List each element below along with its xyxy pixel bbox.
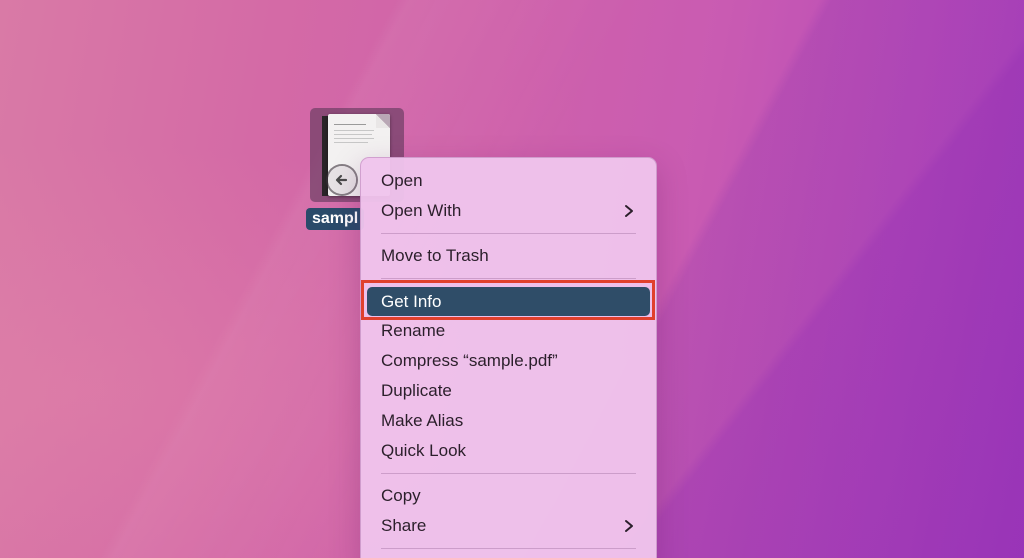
menu-item-copy[interactable]: Copy [367,482,650,510]
menu-item-label: Quick Look [381,441,467,460]
file-name-label[interactable]: sampl [306,208,365,230]
doc-line [334,138,374,139]
menu-item-label: Open [381,171,423,190]
doc-line [334,124,366,125]
menu-item-duplicate[interactable]: Duplicate [367,377,650,405]
doc-line [334,130,374,131]
menu-item-open-with[interactable]: Open With [367,197,650,225]
menu-item-label: Share [381,516,427,535]
menu-item-label: Duplicate [381,381,452,400]
alias-arrow-icon [328,166,356,194]
menu-item-rename[interactable]: Rename [367,317,650,345]
menu-item-move-to-trash[interactable]: Move to Trash [367,242,650,270]
chevron-right-icon [625,205,633,217]
menu-item-quick-look[interactable]: Quick Look [367,437,650,465]
menu-separator [381,233,636,234]
menu-separator [381,548,636,549]
context-menu: Open Open With Move to Trash Get Info Re… [360,157,657,558]
menu-item-label: Rename [381,321,446,340]
menu-item-label: Open With [381,201,462,220]
doc-line [334,134,372,135]
menu-item-open[interactable]: Open [367,167,650,195]
menu-separator [381,473,636,474]
menu-item-compress[interactable]: Compress “sample.pdf” [367,347,650,375]
menu-item-label: Compress “sample.pdf” [381,351,558,370]
menu-item-make-alias[interactable]: Make Alias [367,407,650,435]
chevron-right-icon [625,520,633,532]
menu-item-label: Copy [381,486,421,505]
highlight-annotation-box [361,280,655,320]
menu-separator [381,278,636,279]
doc-line [334,142,368,143]
menu-item-label: Move to Trash [381,246,489,265]
menu-item-label: Make Alias [381,411,464,430]
menu-item-share[interactable]: Share [367,512,650,540]
